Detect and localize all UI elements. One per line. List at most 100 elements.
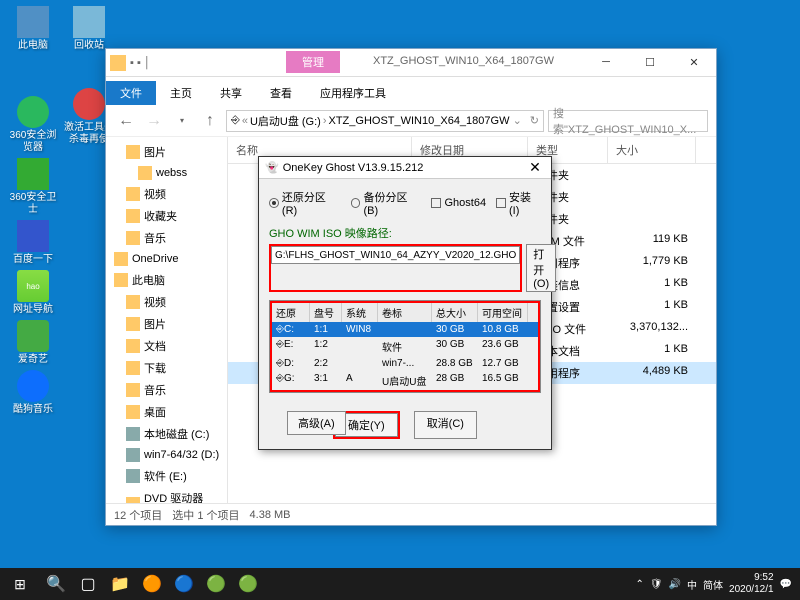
recent-button[interactable]: ▾ [170, 109, 194, 133]
path-label: GHO WIM ISO 映像路径: [269, 225, 541, 241]
tab-share[interactable]: 共享 [206, 81, 256, 105]
tray-security-icon[interactable]: 🛡 [650, 579, 663, 590]
drive-row[interactable]: ⎆C:1:1WIN830 GB10.8 GB [272, 322, 538, 337]
refresh-icon[interactable]: ↻ [530, 114, 539, 127]
clock[interactable]: 9:52 2020/12/1 [729, 572, 774, 596]
sidebar-item[interactable]: webss [106, 163, 227, 183]
cloud-icon [114, 252, 128, 266]
sidebar-item[interactable]: win7-64/32 (D:) [106, 445, 227, 465]
dropdown-icon[interactable]: ⌄ [513, 114, 522, 127]
sidebar-item[interactable]: 桌面 [106, 401, 227, 423]
sidebar-item[interactable]: OneDrive [106, 249, 227, 269]
sidebar-item[interactable]: 视频 [106, 291, 227, 313]
checkbox-install[interactable]: 安装(I) [496, 189, 541, 217]
sidebar-item[interactable]: 文档 [106, 335, 227, 357]
breadcrumb[interactable]: ⎆ « U启动U盘 (G:) › XTZ_GHOST_WIN10_X64_180… [226, 110, 544, 132]
sidebar-item[interactable]: 音乐 [106, 227, 227, 249]
maximize-button[interactable]: ☐ [628, 49, 672, 75]
minimize-button[interactable]: ─ [584, 49, 628, 75]
folder-icon [126, 145, 140, 159]
desktop-icon-kugou[interactable]: 酷狗音乐 [6, 370, 60, 416]
folder-icon [126, 383, 140, 397]
tab-home[interactable]: 主页 [156, 81, 206, 105]
sidebar-item[interactable]: 视频 [106, 183, 227, 205]
hao123-icon: hao [17, 270, 49, 302]
up-button[interactable]: ↑ [198, 109, 222, 133]
taskbar-app-icon-1[interactable]: 🟠 [136, 568, 168, 600]
desktop-icon-hao123[interactable]: hao 网址导航 [6, 270, 60, 316]
folder-icon [126, 317, 140, 331]
notifications-icon[interactable]: 💬 [780, 579, 792, 590]
cancel-button[interactable]: 取消(C) [414, 411, 477, 439]
desktop-icon-this-pc[interactable]: 此电脑 [6, 6, 60, 52]
recycle-bin-icon [73, 6, 105, 38]
advanced-button[interactable]: 高级(A) [287, 411, 346, 435]
radio-backup[interactable]: 备份分区(B) [351, 189, 422, 217]
window-title: XTZ_GHOST_WIN10_X64_1807GW [373, 55, 554, 67]
taskbar-app-icon-4[interactable]: 🟢 [232, 568, 264, 600]
folder-icon [138, 166, 152, 180]
image-path-input[interactable]: G:\FLHS_GHOST_WIN10_64_AZYY_V2020_12.GHO [271, 246, 520, 264]
desktop-icon-baidu[interactable]: 百度一下 [6, 220, 60, 266]
taskbar-explorer-icon[interactable]: 📁 [104, 568, 136, 600]
activation-icon [73, 88, 105, 120]
drive-row[interactable]: ⎆G:3:1AU启动U盘28 GB16.5 GB [272, 371, 538, 390]
dialog-close-button[interactable]: ✕ [525, 159, 545, 176]
taskbar-app-icon-3[interactable]: 🟢 [200, 568, 232, 600]
drive-row[interactable]: ⎆E:1:2软件30 GB23.6 GB [272, 337, 538, 356]
search-icon[interactable]: 🔍 [40, 568, 72, 600]
iqiyi-icon [17, 320, 49, 352]
open-button[interactable]: 打开(O) [526, 244, 556, 292]
sidebar-item[interactable]: 此电脑 [106, 269, 227, 291]
disk-icon [126, 427, 140, 441]
desktop-icon-360browser[interactable]: 360安全浏览器 [6, 96, 60, 154]
start-button[interactable]: ⊞ [0, 568, 40, 600]
pc-icon [114, 273, 128, 287]
ribbon-tabs: 文件 主页 共享 查看 应用程序工具 管理 XTZ_GHOST_WIN10_X6… [106, 77, 716, 105]
folder-icon [126, 405, 140, 419]
disk-icon [126, 448, 140, 462]
sidebar-item[interactable]: 收藏夹 [106, 205, 227, 227]
taskbar-app-icon-2[interactable]: 🔵 [168, 568, 200, 600]
desktop-icon-iqiyi[interactable]: 爱奇艺 [6, 320, 60, 366]
sidebar-item[interactable]: 音乐 [106, 379, 227, 401]
ghost-icon: 👻 [265, 161, 279, 174]
ime-indicator-1[interactable]: 中 [687, 577, 697, 592]
tray-up-icon[interactable]: ⌃ [636, 579, 644, 590]
forward-button[interactable]: → [142, 109, 166, 133]
folder-icon [110, 55, 126, 71]
folder-icon [126, 295, 140, 309]
kugou-icon [17, 370, 49, 402]
drive-icon: ⎆ [231, 114, 240, 127]
desktop-icon-360safe[interactable]: 360安全卫士 [6, 158, 60, 216]
desktop-icon-recycle-bin[interactable]: 回收站 [62, 6, 116, 52]
sidebar-item[interactable]: 图片 [106, 141, 227, 163]
star-icon [126, 209, 140, 223]
360-safe-icon [17, 158, 49, 190]
tab-app-tools[interactable]: 应用程序工具 [306, 81, 400, 105]
dialog-titlebar[interactable]: 👻 OneKey Ghost V13.9.15.212 ✕ [259, 157, 551, 179]
checkbox-ghost64[interactable]: Ghost64 [431, 197, 486, 209]
pc-icon [17, 6, 49, 38]
baidu-icon [17, 220, 49, 252]
dialog-title: OneKey Ghost V13.9.15.212 [283, 162, 424, 174]
status-bar: 12 个项目 选中 1 个项目 4.38 MB [106, 503, 716, 525]
task-view-icon[interactable]: ▢ [72, 568, 104, 600]
sidebar-item[interactable]: 软件 (E:) [106, 465, 227, 487]
sidebar-item[interactable]: 本地磁盘 (C:) [106, 423, 227, 445]
tab-view[interactable]: 查看 [256, 81, 306, 105]
search-input[interactable]: 搜索"XTZ_GHOST_WIN10_X... [548, 110, 708, 132]
drive-table: 还原 盘号 系统 卷标 总大小 可用空间 ⎆C:1:1WIN830 GB10.8… [269, 300, 541, 393]
disk-icon [126, 469, 140, 483]
close-button[interactable]: ✕ [672, 49, 716, 75]
navigation-pane[interactable]: 图片webss视频收藏夹音乐OneDrive此电脑视频图片文档下载音乐桌面本地磁… [106, 137, 228, 525]
sidebar-item[interactable]: 图片 [106, 313, 227, 335]
sidebar-item[interactable]: 下载 [106, 357, 227, 379]
tab-file[interactable]: 文件 [106, 81, 156, 105]
back-button[interactable]: ← [114, 109, 138, 133]
ime-indicator-2[interactable]: 简体 [703, 577, 723, 592]
radio-restore[interactable]: 还原分区(R) [269, 189, 341, 217]
col-size[interactable]: 大小 [608, 137, 696, 163]
drive-row[interactable]: ⎆D:2:2win7-...28.8 GB12.7 GB [272, 356, 538, 371]
tray-volume-icon[interactable]: 🔊 [669, 579, 681, 590]
